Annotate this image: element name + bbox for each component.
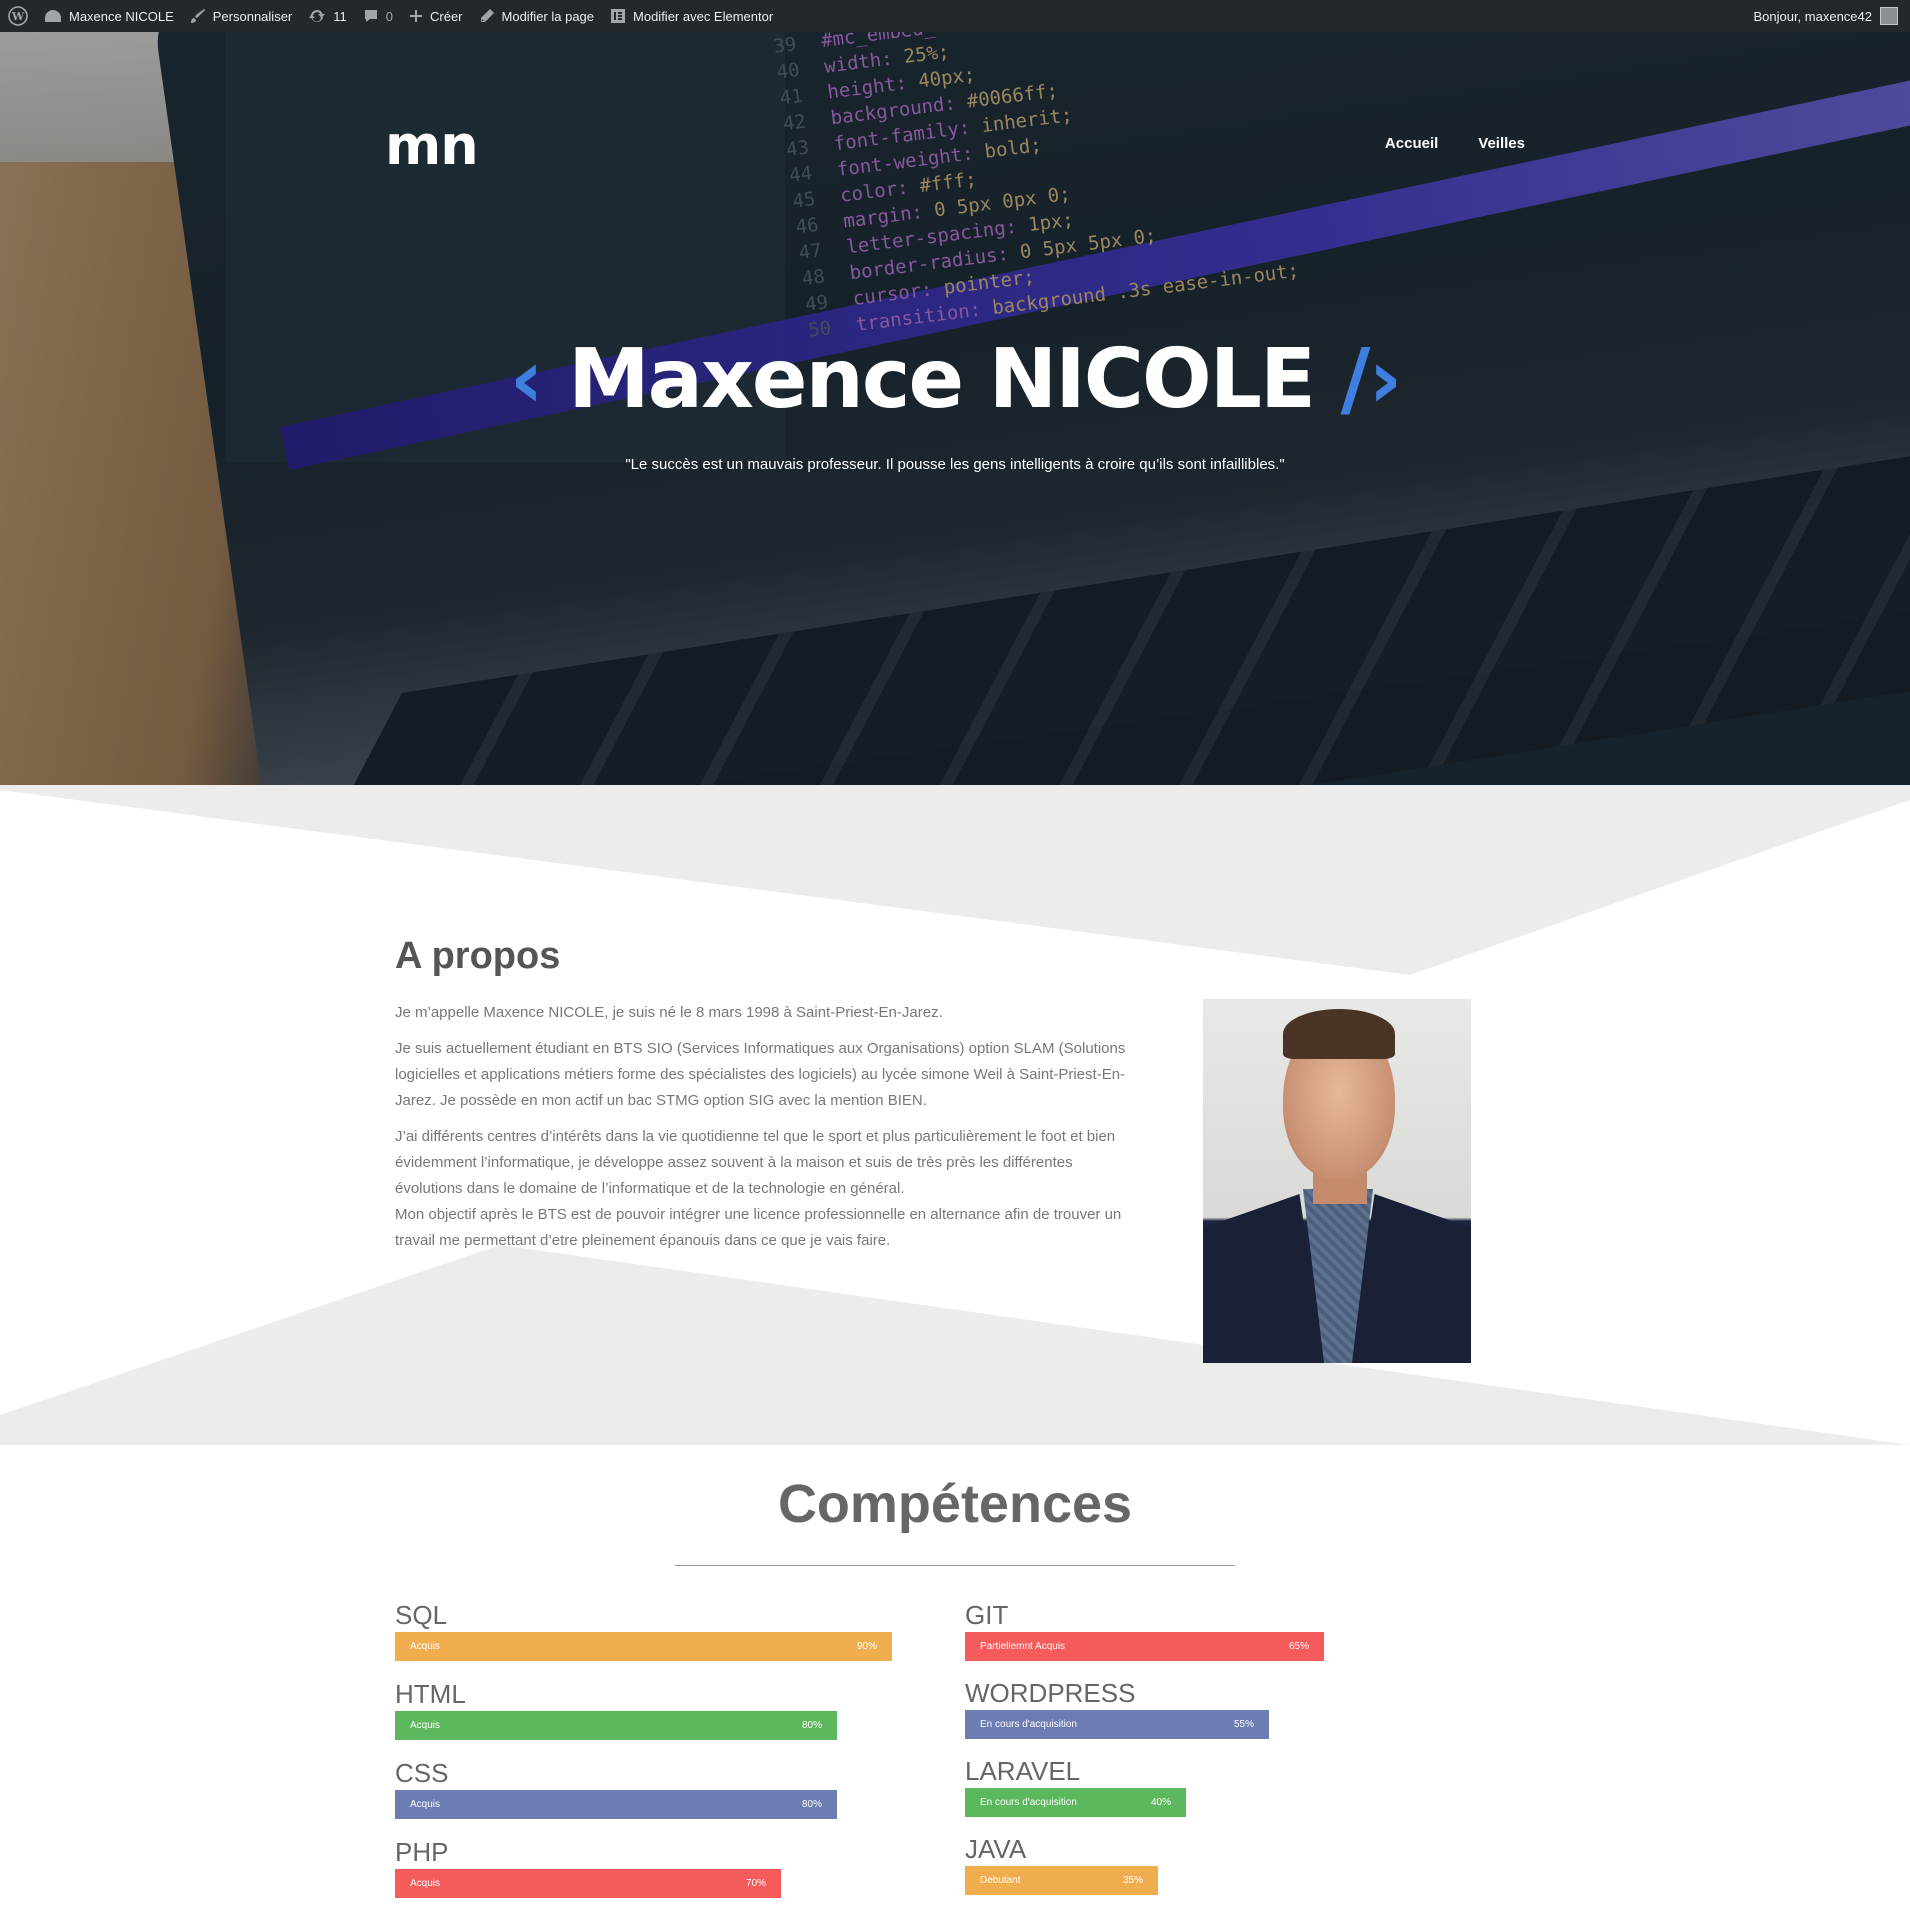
customize-link[interactable]: Personnaliser	[182, 0, 301, 32]
skill-laravel: LARAVEL En cours d'acquisition 40%	[965, 1756, 1520, 1817]
skill-percent: 35%	[1122, 1875, 1143, 1886]
skill-name: PHP	[395, 1837, 449, 1867]
comments-count: 0	[385, 8, 393, 24]
main-navigation: Accueil Veilles	[1385, 135, 1525, 152]
skill-php: PHP Acquis 70%	[395, 1837, 960, 1898]
pencil-icon	[480, 9, 494, 22]
skill-percent: 80%	[801, 1799, 822, 1810]
skill-name: CSS	[395, 1758, 449, 1788]
my-account-menu[interactable]: Bonjour, maxence42	[1753, 7, 1910, 25]
hero-title: ‹ Maxence NICOLE /›	[0, 332, 1910, 427]
skill-progress-bar: Acquis 90%	[395, 1632, 892, 1661]
user-avatar	[1880, 7, 1898, 25]
skills-title: Compétences	[777, 1474, 1133, 1534]
about-paragraph-2: Je suis actuellement étudiant en BTS SIO…	[395, 1040, 1126, 1109]
updates-count: 11	[333, 8, 347, 24]
bracket-right-icon: /›	[1340, 332, 1403, 427]
about-bottom-shape	[0, 1245, 1910, 1445]
edit-page-link[interactable]: Modifier la page	[471, 0, 603, 32]
skill-html: HTML Acquis 80%	[395, 1679, 960, 1740]
skills-section: Compétences SQL Acquis 90% HTML Acquis 8…	[0, 1445, 1910, 1910]
elementor-icon	[611, 9, 626, 23]
skill-status: Debutant	[980, 1875, 1021, 1886]
nav-item-accueil[interactable]: Accueil	[1385, 135, 1438, 152]
customize-label: Personnaliser	[212, 8, 293, 24]
skill-status: En cours d'acquisition	[980, 1719, 1077, 1730]
skill-progress-bar: Acquis 80%	[395, 1711, 837, 1740]
skill-status: Acquis	[410, 1641, 441, 1652]
skill-status: Partiellemnt Acquis	[980, 1641, 1066, 1652]
new-label: Créer	[430, 8, 463, 24]
skill-progress-bar: Acquis 80%	[395, 1790, 837, 1819]
skill-progress-bar: Debutant 35%	[965, 1866, 1158, 1895]
brush-icon	[190, 9, 205, 23]
skill-java: JAVA Debutant 35%	[965, 1834, 1520, 1895]
about-title: A propos	[395, 935, 561, 977]
skill-css: CSS Acquis 80%	[395, 1758, 960, 1819]
bracket-left-icon: ‹	[509, 332, 544, 427]
plus-icon	[410, 10, 422, 22]
skill-git: GIT Partiellemnt Acquis 65%	[965, 1600, 1520, 1661]
skill-status: En cours d'acquisition	[980, 1797, 1077, 1808]
site-name-menu[interactable]: Maxence NICOLE	[36, 0, 182, 32]
wordpress-icon: W	[8, 6, 28, 26]
skill-progress-bar: Partiellemnt Acquis 65%	[965, 1632, 1324, 1661]
skill-progress-bar: En cours d'acquisition 55%	[965, 1710, 1269, 1739]
about-top-shape	[0, 785, 1910, 975]
greeting-label: Bonjour, maxence42	[1753, 8, 1872, 24]
skill-percent: 40%	[1150, 1797, 1171, 1808]
skill-progress-bar: Acquis 70%	[395, 1869, 781, 1898]
site-logo[interactable]: mn	[385, 114, 479, 177]
hero-section: 39 #mc_embed_ 40 width: 25%; 41 height: 40px;…	[0, 32, 1910, 785]
skill-percent: 90%	[856, 1641, 877, 1652]
dashboard-icon	[45, 10, 61, 22]
hero-quote: "Le succès est un mauvais professeur. Il…	[625, 456, 1285, 473]
comment-icon	[364, 10, 377, 22]
hero-name: Maxence NICOLE	[568, 332, 1316, 427]
skill-name: HTML	[395, 1679, 466, 1709]
profile-photo	[1203, 999, 1471, 1363]
svg-text:W: W	[11, 10, 25, 23]
skill-status: Acquis	[410, 1878, 441, 1889]
wordpress-logo-menu[interactable]: W	[0, 0, 36, 32]
skill-progress-bar: En cours d'acquisition 40%	[965, 1788, 1186, 1817]
skill-name: GIT	[965, 1600, 1009, 1630]
skill-percent: 70%	[745, 1878, 766, 1889]
skill-percent: 80%	[801, 1720, 822, 1731]
skill-wordpress: WORDPRESS En cours d'acquisition 55%	[965, 1678, 1520, 1739]
about-paragraph-1: Je m’appelle Maxence NICOLE, je suis né …	[395, 1004, 943, 1021]
nav-item-veilles[interactable]: Veilles	[1478, 135, 1525, 152]
edit-elementor-link[interactable]: Modifier avec Elementor	[602, 0, 781, 32]
skill-percent: 55%	[1233, 1719, 1254, 1730]
skill-name: WORDPRESS	[965, 1678, 1136, 1708]
about-text: Je m’appelle Maxence NICOLE, je suis né …	[395, 1000, 1140, 1264]
edit-elementor-label: Modifier avec Elementor	[633, 8, 774, 24]
admin-bar: W Maxence NICOLE Personnaliser 11 0 Crée…	[0, 0, 1910, 32]
new-content-menu[interactable]: Créer	[401, 0, 471, 32]
edit-page-label: Modifier la page	[501, 8, 595, 24]
site-name-label: Maxence NICOLE	[69, 8, 174, 24]
skill-status: Acquis	[410, 1799, 441, 1810]
refresh-icon	[309, 9, 326, 23]
skill-name: SQL	[395, 1600, 448, 1630]
skill-name: LARAVEL	[965, 1756, 1081, 1786]
photo-hair	[1283, 1009, 1395, 1059]
about-paragraph-4: Mon objectif après le BTS est de pouvoir…	[395, 1206, 1122, 1249]
skill-sql: SQL Acquis 90%	[395, 1600, 960, 1661]
about-section: A propos Je m’appelle Maxence NICOLE, je…	[0, 785, 1910, 1445]
skill-name: JAVA	[965, 1834, 1027, 1864]
updates-link[interactable]: 11	[300, 0, 355, 32]
skill-percent: 65%	[1288, 1641, 1309, 1652]
skill-status: Acquis	[410, 1720, 441, 1731]
skills-divider	[675, 1565, 1235, 1566]
comments-link[interactable]: 0	[355, 0, 401, 32]
about-paragraph-3: J’ai différents centres d’intérêts dans …	[395, 1128, 1116, 1197]
